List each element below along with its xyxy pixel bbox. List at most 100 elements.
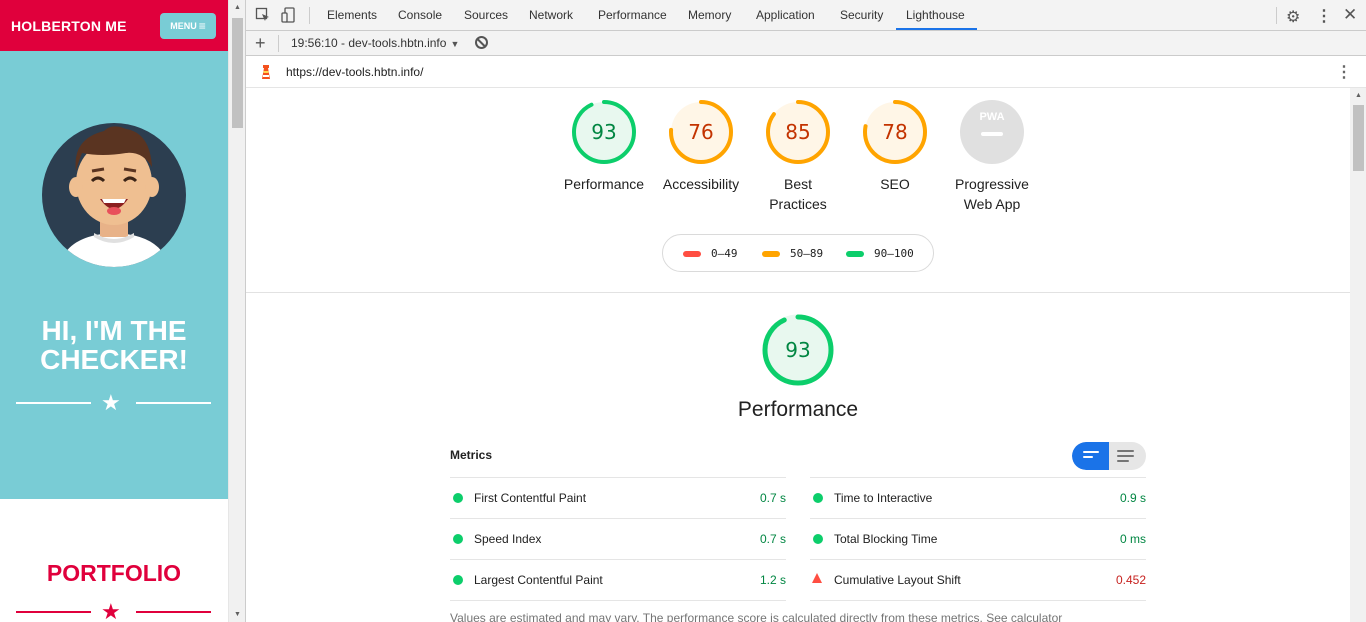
gauge-progressive[interactable]: PWA Progressive Web App bbox=[942, 99, 1042, 214]
pwa-badge-text: PWA bbox=[979, 111, 1004, 123]
scroll-down-arrow-icon[interactable]: ▼ bbox=[229, 611, 246, 618]
legend-range: 90–100 bbox=[874, 247, 914, 260]
star-icon: ★ bbox=[101, 390, 121, 415]
metric-value: 0.7 s bbox=[759, 491, 786, 505]
metric-row: First Contentful Paint 0.7 s bbox=[450, 477, 786, 518]
gauge-label-line: Accessibility bbox=[662, 176, 740, 192]
metric-view-toggle[interactable] bbox=[1072, 442, 1146, 470]
tab-sources[interactable]: Sources bbox=[462, 0, 510, 31]
site-navbar: HOLBERTON ME MENU ≡ bbox=[0, 0, 228, 51]
divider-line bbox=[16, 402, 91, 404]
hero-title-line-2: CHECKER! bbox=[40, 344, 188, 375]
gauge-performance[interactable]: 93 Performance bbox=[554, 99, 654, 194]
metric-value: 0 ms bbox=[1119, 532, 1146, 546]
gauge-label-line: Performance bbox=[563, 176, 645, 192]
pass-dot-icon bbox=[813, 493, 823, 503]
scroll-up-arrow-icon[interactable]: ▲ bbox=[1350, 92, 1366, 99]
lighthouse-logo-icon bbox=[262, 65, 270, 79]
metrics-column-right: Time to Interactive 0.9 s Total Blocking T… bbox=[810, 477, 1146, 600]
hamburger-icon: ≡ bbox=[198, 19, 206, 33]
gauge-label: Progressive Web App bbox=[942, 174, 1042, 214]
metric-row: Time to Interactive 0.9 s bbox=[810, 477, 1146, 518]
inspect-element-icon[interactable] bbox=[255, 7, 271, 23]
report-menu-icon[interactable]: ⋮ bbox=[1336, 62, 1352, 82]
close-devtools-icon[interactable]: ✕ bbox=[1343, 5, 1357, 25]
devtools-tab-bar: Elements Console Sources Network Perform… bbox=[246, 0, 1366, 31]
pass-dot-icon bbox=[453, 575, 463, 585]
divider-line bbox=[136, 402, 211, 404]
metric-row: Largest Contentful Paint 1.2 s bbox=[450, 559, 786, 600]
tab-performance[interactable]: Performance bbox=[596, 0, 669, 31]
hero-title: HI, I'M THE CHECKER! bbox=[0, 316, 228, 374]
metric-name: Total Blocking Time bbox=[834, 532, 938, 546]
tab-console[interactable]: Console bbox=[396, 0, 444, 31]
tab-network[interactable]: Network bbox=[527, 0, 575, 31]
gauge-label-line: Web App bbox=[963, 196, 1021, 212]
pass-dot-icon bbox=[453, 493, 463, 503]
performance-note-text: Values are estimated and may vary. The p… bbox=[450, 611, 983, 622]
gauge-accessibility[interactable]: 76 Accessibility bbox=[651, 99, 751, 194]
report-scrollbar[interactable]: ▲ bbox=[1350, 88, 1366, 622]
legend-range: 0–49 bbox=[711, 247, 738, 260]
tab-lighthouse[interactable]: Lighthouse bbox=[896, 0, 977, 31]
gauge-best[interactable]: 85 Best Practices bbox=[748, 99, 848, 214]
metric-name: First Contentful Paint bbox=[474, 491, 587, 505]
performance-section-title: Performance bbox=[737, 398, 859, 421]
gauge-label: Accessibility bbox=[651, 174, 751, 194]
gauge-label-line: Practices bbox=[769, 196, 827, 212]
gauge-score: 78 bbox=[882, 120, 907, 144]
metric-name: Speed Index bbox=[474, 532, 542, 546]
clear-reports-icon[interactable] bbox=[475, 36, 488, 49]
settings-gear-icon[interactable]: ⚙ bbox=[1286, 7, 1300, 27]
metric-name: Time to Interactive bbox=[834, 491, 933, 505]
tab-application[interactable]: Application bbox=[754, 0, 817, 31]
pass-dot-icon bbox=[813, 534, 823, 544]
report-scrollbar-thumb[interactable] bbox=[1353, 105, 1364, 171]
section-divider bbox=[246, 292, 1350, 293]
hero-divider: ★ bbox=[16, 391, 211, 415]
gauge-label-line: Progressive bbox=[955, 176, 1029, 192]
tab-memory[interactable]: Memory bbox=[686, 0, 733, 31]
gauge-score: 85 bbox=[785, 120, 810, 144]
more-options-icon[interactable]: ⋮ bbox=[1316, 6, 1332, 26]
device-toolbar-icon[interactable] bbox=[281, 7, 297, 23]
gauge-score: 76 bbox=[688, 120, 713, 144]
metric-value: 0.452 bbox=[1115, 573, 1146, 587]
gauge-label: SEO bbox=[845, 174, 945, 194]
legend-swatch bbox=[762, 250, 780, 257]
menu-button[interactable]: MENU ≡ bbox=[160, 13, 216, 39]
lighthouse-url-bar: https://dev-tools.hbtn.info/ ⋮ bbox=[246, 56, 1366, 88]
legend-item-pass: 90–100 bbox=[846, 247, 914, 260]
scroll-up-arrow-icon[interactable]: ▲ bbox=[229, 4, 246, 11]
toolbar-separator bbox=[1276, 7, 1277, 24]
gauge-score: 93 bbox=[591, 120, 616, 144]
metric-value: 0.7 s bbox=[759, 532, 786, 546]
performance-note: Values are estimated and may vary. The p… bbox=[450, 611, 1062, 622]
gauge-label: Performance bbox=[554, 174, 654, 194]
expanded-view-icon[interactable] bbox=[1117, 450, 1134, 462]
devtools-panel: Elements Console Sources Network Perform… bbox=[245, 0, 1366, 622]
lighthouse-report: 93 Performance 76 Accessibility 85 Best Practi… bbox=[246, 88, 1350, 622]
report-selector[interactable]: 19:56:10 - dev-tools.hbtn.info ▼ bbox=[291, 36, 459, 50]
tab-security[interactable]: Security bbox=[838, 0, 885, 31]
metric-row: Cumulative Layout Shift 0.452 bbox=[810, 559, 1146, 600]
lighthouse-toolbar: + 19:56:10 - dev-tools.hbtn.info ▼ bbox=[246, 31, 1366, 56]
metric-name: Largest Contentful Paint bbox=[474, 573, 603, 587]
tab-elements[interactable]: Elements bbox=[325, 0, 379, 31]
performance-score-gauge: 93 bbox=[762, 314, 834, 386]
divider-line bbox=[136, 611, 211, 613]
gauge-seo[interactable]: 78 SEO bbox=[845, 99, 945, 194]
page-scrollbar-thumb[interactable] bbox=[232, 18, 243, 128]
fail-triangle-icon bbox=[812, 573, 822, 583]
star-icon: ★ bbox=[101, 599, 121, 622]
site-brand[interactable]: HOLBERTON ME bbox=[11, 18, 127, 34]
pass-dot-icon bbox=[453, 534, 463, 544]
compact-view-icon bbox=[1083, 451, 1099, 458]
page-scrollbar[interactable]: ▲ ▼ bbox=[228, 0, 245, 622]
new-report-plus-icon[interactable]: + bbox=[255, 33, 266, 53]
see-calculator-link[interactable]: See calculator bbox=[986, 611, 1062, 622]
metrics-header: Metrics bbox=[450, 448, 493, 462]
website-viewport: HOLBERTON ME MENU ≡ HI, I'M THE CHECKER!… bbox=[0, 0, 228, 622]
hero-section: HI, I'M THE CHECKER! ★ bbox=[0, 51, 228, 499]
hero-title-line-1: HI, I'M THE bbox=[41, 315, 187, 346]
